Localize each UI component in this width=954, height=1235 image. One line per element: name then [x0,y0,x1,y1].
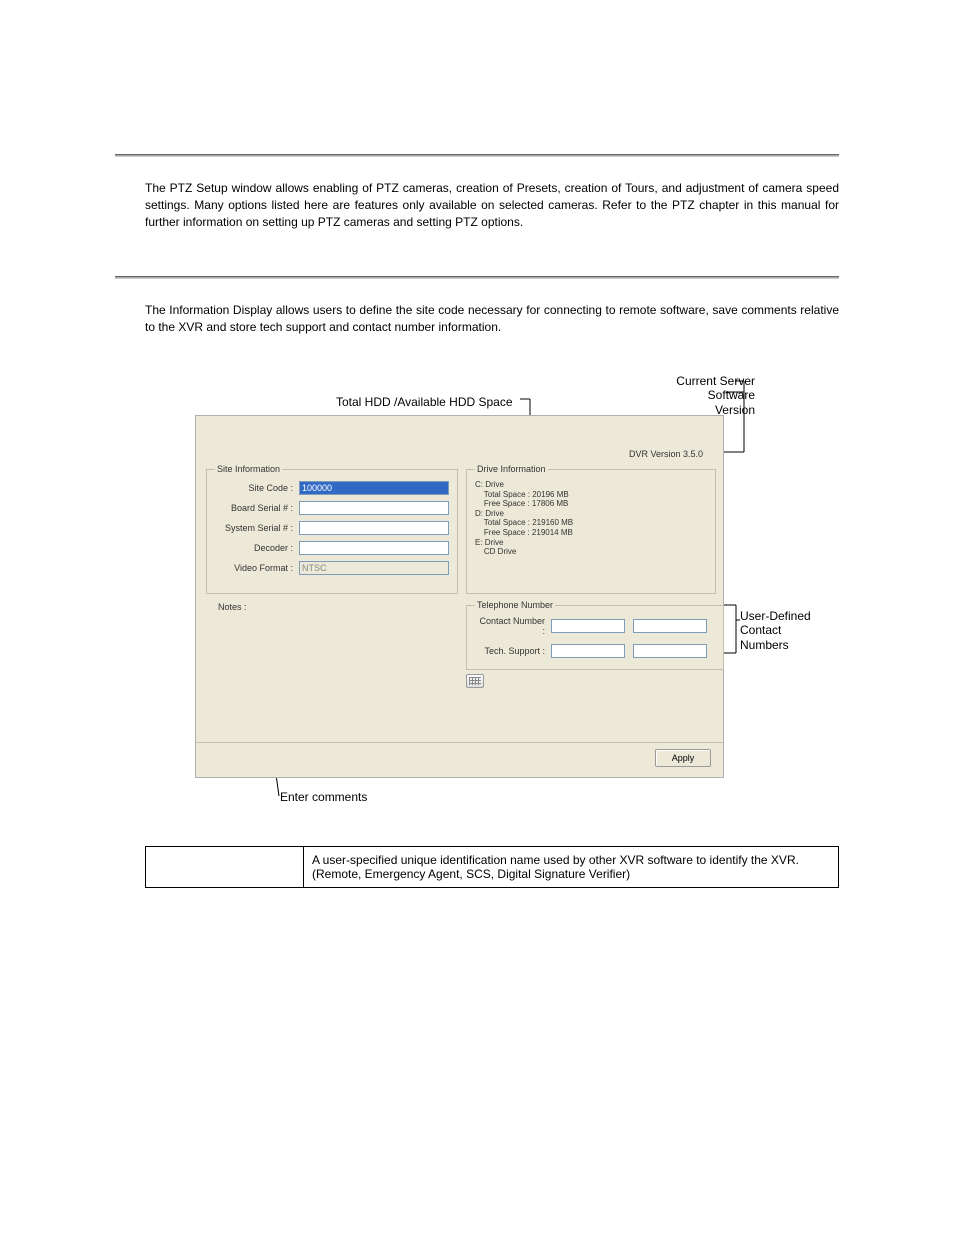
table-row-label [146,847,304,888]
decoder-label: Decoder : [215,543,293,553]
tech-support-input-2[interactable] [633,644,707,658]
notes-label: Notes : [218,602,247,612]
contact-number-input-2[interactable] [633,619,707,633]
telephone-number-group: Telephone Number Contact Number : Tech. … [466,600,724,670]
decoder-input[interactable] [299,541,449,555]
info-display-paragraph: The Information Display allows users to … [145,302,839,336]
drive-info-legend: Drive Information [475,464,548,474]
callout-server-version: Current Server Software Version [665,374,755,417]
callout-contacts-l2: Contact Numbers [740,623,789,651]
site-info-legend: Site Information [215,464,282,474]
table-row-desc: A user-specified unique identification n… [304,847,839,888]
callout-hdd-space: Total HDD /Available HDD Space [336,395,536,409]
site-code-label: Site Code : [215,483,293,493]
definitions-table: A user-specified unique identification n… [145,846,839,888]
information-display-window: DVR Version 3.5.0 Site Information Site … [195,415,724,778]
telephone-legend: Telephone Number [475,600,555,610]
tech-support-input-1[interactable] [551,644,625,658]
board-serial-input[interactable] [299,501,449,515]
tech-support-label: Tech. Support : [475,646,545,656]
callout-version-l1: Current Server [676,374,755,388]
contact-number-label: Contact Number : [475,616,545,636]
video-format-input [299,561,449,575]
notes-textarea[interactable] [218,612,456,742]
board-serial-label: Board Serial # : [215,503,293,513]
drive-information-group: Drive Information C: Drive Total Space :… [466,464,716,594]
video-format-label: Video Format : [215,563,293,573]
site-code-input[interactable] [299,481,449,495]
contact-number-input-1[interactable] [551,619,625,633]
system-serial-label: System Serial # : [215,523,293,533]
keyboard-icon[interactable] [466,674,484,688]
callout-contact-numbers: User-Defined Contact Numbers [740,609,830,652]
ptz-paragraph: The PTZ Setup window allows enabling of … [145,180,839,230]
system-serial-input[interactable] [299,521,449,535]
callout-enter-comments: Enter comments [280,790,380,804]
site-information-group: Site Information Site Code : Board Seria… [206,464,458,594]
callout-version-l2: Software Version [708,388,755,416]
callout-contacts-l1: User-Defined [740,609,811,623]
dvr-version-label: DVR Version 3.5.0 [629,449,703,459]
drive-info-text: C: Drive Total Space : 20196 MB Free Spa… [475,480,707,557]
apply-button[interactable]: Apply [655,749,711,767]
table-row: A user-specified unique identification n… [146,847,839,888]
